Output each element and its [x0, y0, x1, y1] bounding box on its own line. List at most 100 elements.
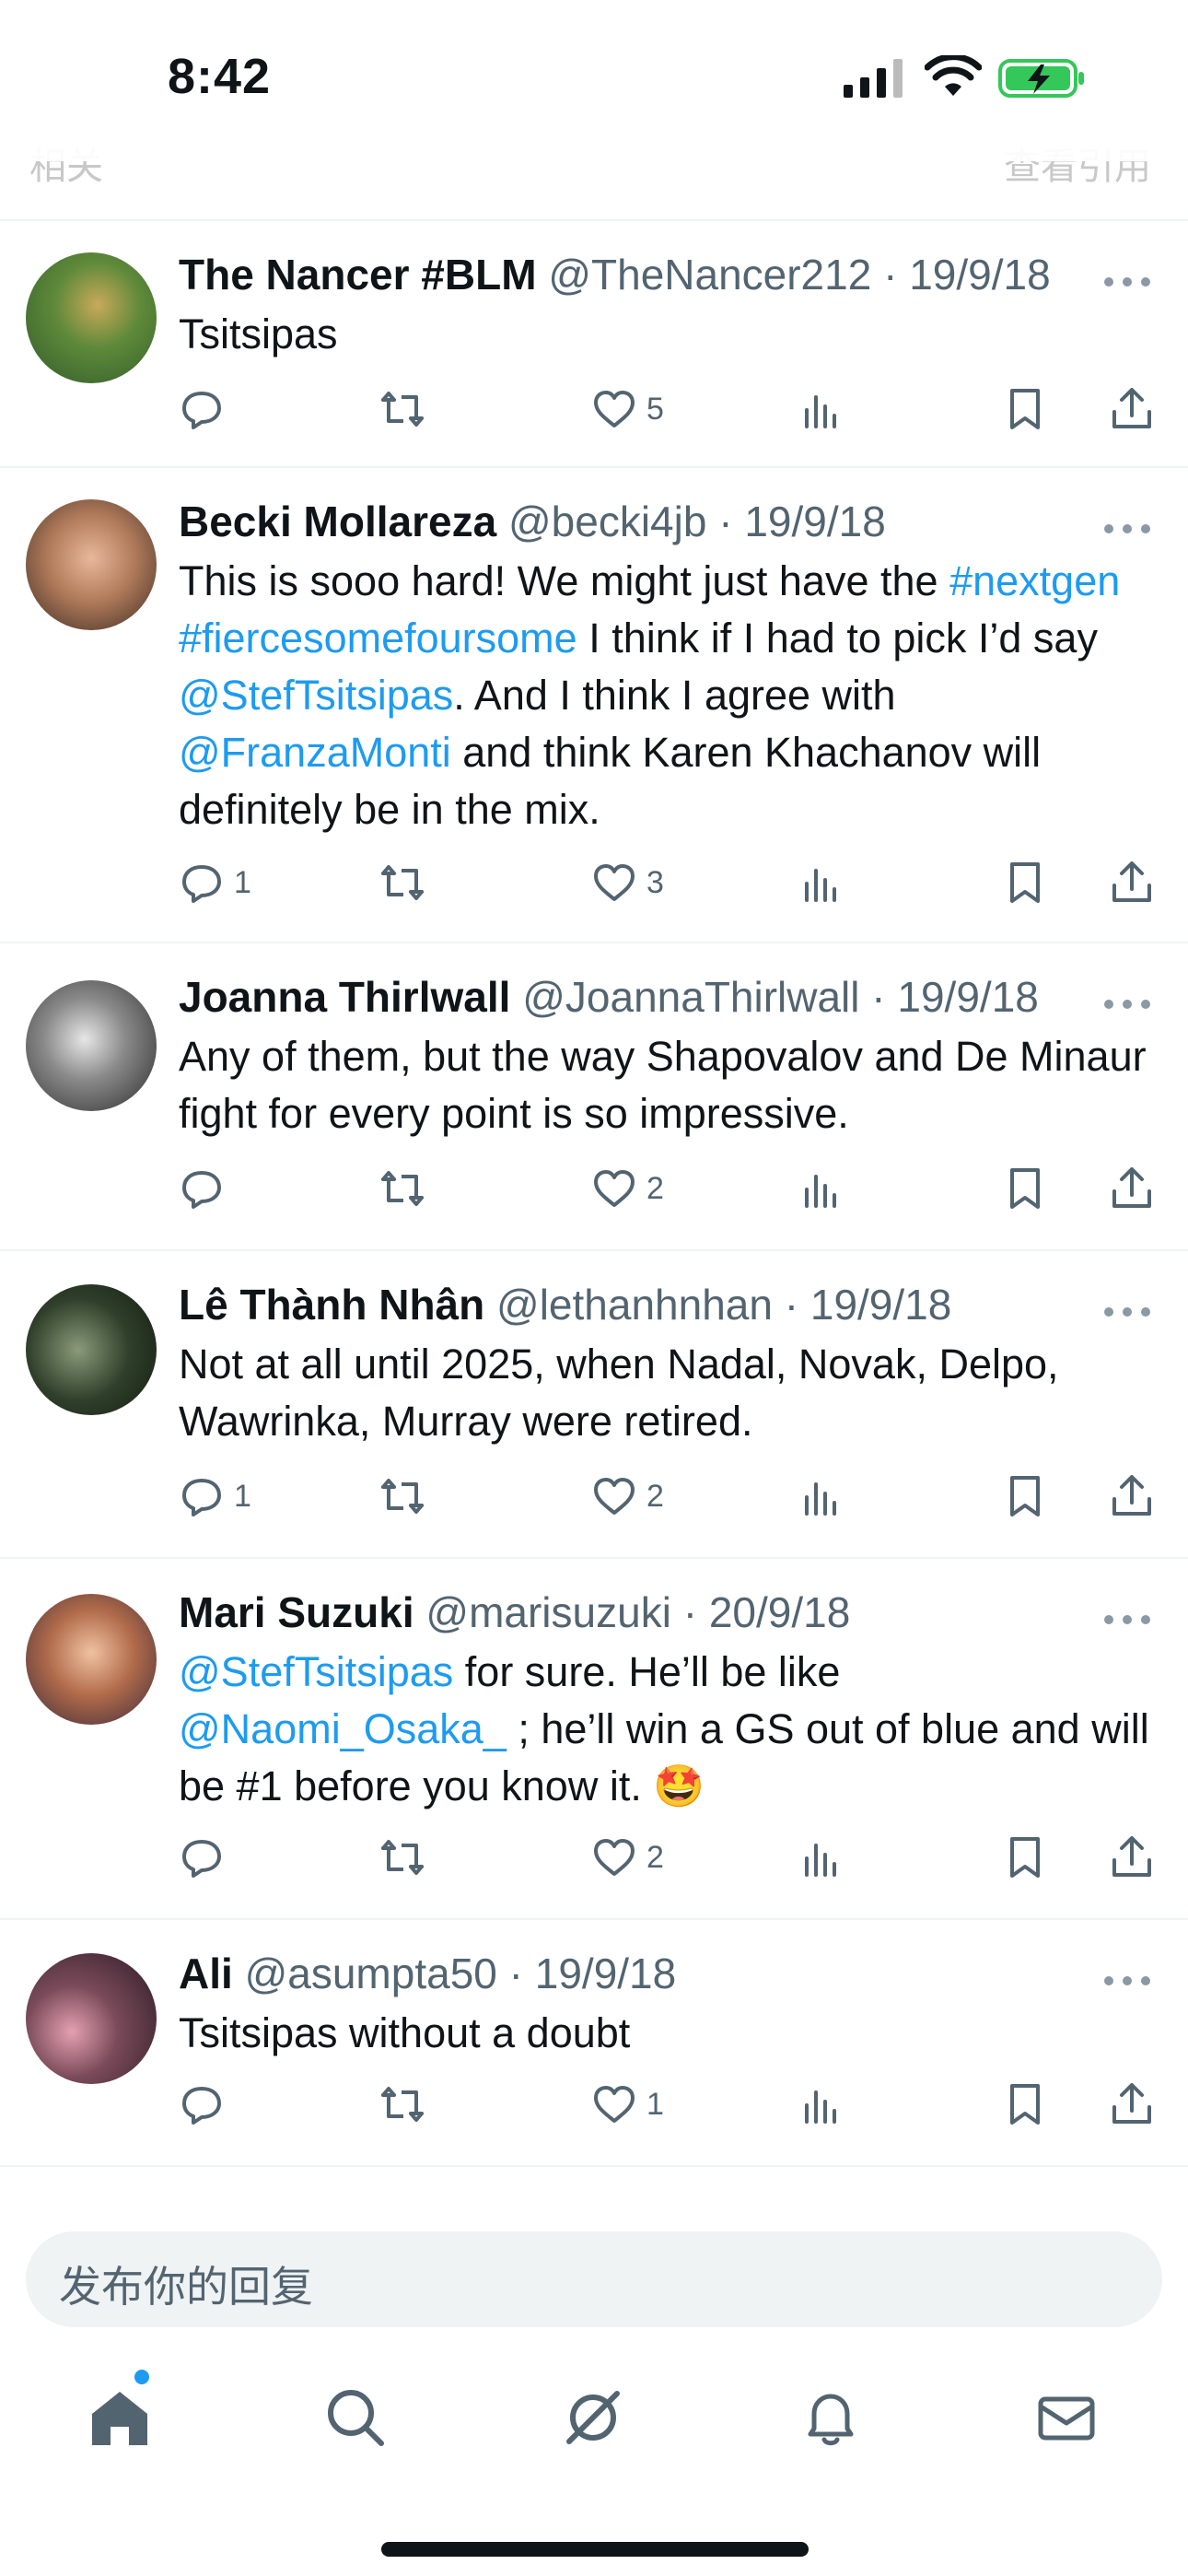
share-button[interactable]	[1109, 381, 1155, 437]
share-button[interactable]	[1109, 855, 1155, 910]
analytics-icon	[805, 2090, 836, 2124]
views-button[interactable]	[799, 1469, 845, 1524]
repost-button[interactable]	[379, 1830, 435, 1885]
tweet-date[interactable]: 19/9/18	[744, 498, 885, 545]
reply-icon	[182, 865, 221, 903]
tweet-date[interactable]: 19/9/18	[897, 973, 1038, 1021]
share-icon	[1112, 1475, 1151, 1516]
tweet[interactable]: Becki Mollareza @becki4jb · 19/9/18 This…	[0, 468, 1188, 943]
reply-button[interactable]	[179, 381, 234, 437]
like-count: 5	[646, 391, 664, 427]
repost-button[interactable]	[379, 855, 435, 910]
avatar[interactable]	[26, 1594, 157, 1725]
reply-button[interactable]: 1	[179, 1469, 251, 1524]
author-name[interactable]: Ali	[179, 1950, 233, 1997]
more-options-icon[interactable]	[1100, 520, 1155, 538]
notifications-icon[interactable]	[794, 2381, 868, 2454]
hashtag-link[interactable]: #fiercesomefoursome	[179, 615, 577, 662]
bookmark-button[interactable]	[1002, 1830, 1048, 1885]
avatar[interactable]	[26, 252, 157, 383]
like-button[interactable]: 1	[591, 2077, 664, 2132]
tweet[interactable]: Ali @asumpta50 · 19/9/18 Tsitsipas witho…	[0, 1920, 1188, 2167]
messages-icon[interactable]	[1030, 2381, 1103, 2454]
author-handle[interactable]: @TheNancer212	[548, 251, 871, 299]
status-time: 8:42	[168, 49, 272, 104]
bookmark-button[interactable]	[1002, 1469, 1048, 1524]
tweet[interactable]: Mari Suzuki @marisuzuki · 20/9/18 @StefT…	[0, 1559, 1188, 1920]
share-button[interactable]	[1109, 1469, 1155, 1524]
mention-link[interactable]: @FranzaMonti	[179, 729, 451, 776]
more-options-icon[interactable]	[1100, 995, 1155, 1013]
views-button[interactable]	[799, 855, 845, 910]
author-handle[interactable]: @JoannaThirlwall	[522, 973, 859, 1021]
repost-button[interactable]	[379, 1469, 435, 1524]
separator: ·	[871, 973, 886, 1021]
like-button[interactable]: 3	[591, 855, 664, 910]
bookmark-icon	[1010, 1476, 1040, 1516]
author-name[interactable]: Joanna Thirlwall	[179, 973, 510, 1021]
tweet[interactable]: Lê Thành Nhân @lethanhnhan · 19/9/18 Not…	[0, 1251, 1188, 1559]
repost-button[interactable]	[379, 381, 435, 437]
tweet-text: Any of them, but the way Shapovalov and …	[179, 1028, 1155, 1142]
author-name[interactable]: Mari Suzuki	[179, 1588, 414, 1636]
avatar[interactable]	[26, 1953, 157, 2084]
more-options-icon[interactable]	[1100, 1972, 1155, 1990]
home-icon[interactable]	[83, 2381, 157, 2454]
author-name[interactable]: Lê Thành Nhân	[179, 1281, 484, 1329]
views-button[interactable]	[799, 2077, 845, 2132]
reply-placeholder: 发布你的回复	[59, 2263, 313, 2311]
bookmark-button[interactable]	[1002, 2077, 1048, 2132]
reply-input[interactable]: 发布你的回复	[26, 2231, 1162, 2327]
like-button[interactable]: 2	[591, 1469, 664, 1524]
like-button[interactable]: 5	[591, 381, 664, 437]
tweet[interactable]: The Nancer #BLM @TheNancer212 · 19/9/18 …	[0, 221, 1188, 468]
bookmark-button[interactable]	[1002, 381, 1048, 437]
more-options-icon[interactable]	[1100, 273, 1155, 291]
mention-link[interactable]: @StefTsitsipas	[179, 1648, 453, 1695]
tweet[interactable]: Joanna Thirlwall @JoannaThirlwall · 19/9…	[0, 943, 1188, 1251]
author-handle[interactable]: @becki4jb	[508, 498, 706, 545]
more-options-icon[interactable]	[1100, 1610, 1155, 1629]
views-button[interactable]	[799, 381, 845, 437]
more-options-icon[interactable]	[1100, 1303, 1155, 1321]
views-button[interactable]	[799, 1161, 845, 1216]
avatar[interactable]	[26, 499, 157, 630]
tweet-text-segment: Tsitsipas without a doubt	[179, 2009, 631, 2056]
author-name[interactable]: The Nancer #BLM	[179, 251, 537, 299]
tweet-date[interactable]: 20/9/18	[709, 1588, 850, 1636]
avatar[interactable]	[26, 980, 157, 1111]
share-button[interactable]	[1109, 1161, 1155, 1216]
grok-icon[interactable]	[556, 2381, 630, 2454]
like-button[interactable]: 2	[591, 1830, 664, 1885]
share-button[interactable]	[1109, 1830, 1155, 1885]
bookmark-button[interactable]	[1002, 1161, 1048, 1216]
separator: ·	[784, 1281, 799, 1329]
battery-charging-icon	[998, 59, 1084, 98]
tweet-date[interactable]: 19/9/18	[810, 1281, 951, 1329]
mention-link[interactable]: @StefTsitsipas	[179, 672, 453, 719]
tweet-date[interactable]: 19/9/18	[535, 1950, 676, 1997]
reply-button[interactable]: 1	[179, 855, 251, 910]
author-handle[interactable]: @marisuzuki	[425, 1588, 671, 1636]
author-handle[interactable]: @lethanhnhan	[496, 1281, 773, 1329]
search-icon[interactable]	[319, 2381, 392, 2454]
separator: ·	[682, 1588, 698, 1636]
heart-icon	[594, 1170, 635, 1207]
reply-button[interactable]	[179, 2077, 234, 2132]
share-button[interactable]	[1109, 2077, 1155, 2132]
repost-button[interactable]	[379, 1161, 435, 1216]
bookmark-button[interactable]	[1002, 855, 1048, 910]
tweet-text-segment: Any of them, but the way Shapovalov and …	[179, 1033, 1147, 1137]
hashtag-link[interactable]: #nextgen	[949, 557, 1120, 604]
repost-button[interactable]	[379, 2077, 435, 2132]
author-handle[interactable]: @asumpta50	[245, 1950, 497, 1997]
avatar[interactable]	[26, 1284, 157, 1415]
mention-link[interactable]: @Naomi_Osaka_	[179, 1705, 507, 1752]
reply-button[interactable]	[179, 1830, 234, 1885]
reply-button[interactable]	[179, 1161, 234, 1216]
like-button[interactable]: 2	[591, 1161, 664, 1216]
author-name[interactable]: Becki Mollareza	[179, 498, 496, 545]
views-button[interactable]	[799, 1830, 845, 1885]
home-indicator[interactable]	[381, 2542, 809, 2557]
tweet-date[interactable]: 19/9/18	[909, 251, 1050, 299]
